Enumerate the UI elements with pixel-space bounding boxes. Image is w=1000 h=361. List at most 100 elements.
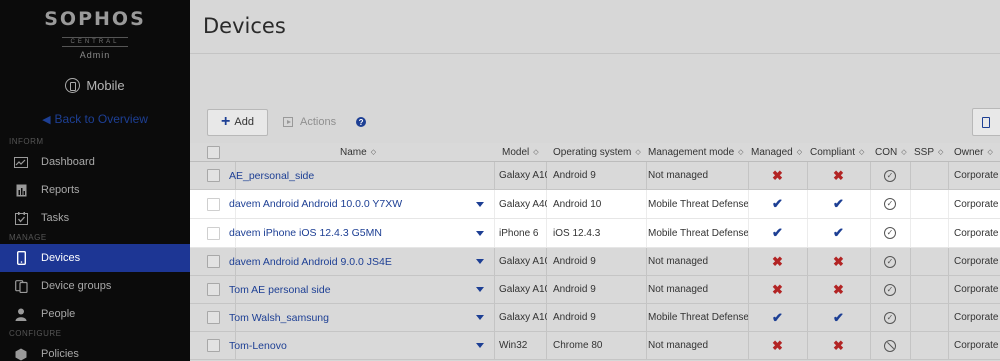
managed-cell: ✖	[748, 248, 807, 275]
column-divider	[646, 276, 647, 303]
owner-cell: Corporate	[954, 227, 999, 239]
row-checkbox[interactable]	[207, 311, 220, 324]
table-row[interactable]: Tom-Lenovo Win32 Chrome 80 Not managed ✖ ✖ Cor…	[190, 332, 1000, 360]
device-name-link[interactable]: davem iPhone iOS 12.4.3 G5MN	[229, 227, 382, 239]
device-name-link[interactable]: Tom-Lenovo	[229, 340, 287, 352]
managed-cell: ✔	[748, 304, 807, 331]
column-header-owner[interactable]: Owner ◇	[954, 143, 1000, 161]
column-header-compliant[interactable]: Compliant ◇	[810, 143, 870, 161]
row-checkbox[interactable]	[207, 197, 220, 211]
column-header-os[interactable]: Operating system ◇	[553, 143, 643, 161]
column-label: Name	[340, 146, 367, 158]
os-cell: Android 9	[553, 284, 596, 295]
ssp-cell	[910, 162, 948, 189]
chevron-down-icon[interactable]	[476, 230, 484, 236]
sidebar-item-device-groups[interactable]: Device groups	[0, 272, 190, 300]
managed-check-icon: ✔	[772, 225, 783, 240]
managed-x-icon: ✖	[772, 167, 783, 183]
table-row[interactable]: davem iPhone iOS 12.4.3 G5MN iPhone 6 iOS …	[190, 219, 1000, 248]
column-label: Management mode	[648, 146, 735, 158]
table-row[interactable]: davem Android Android 9.0.0 JS4E Galaxy A…	[190, 248, 1000, 276]
sidebar-item-label: People	[41, 308, 76, 320]
column-divider	[646, 219, 647, 247]
con-cell: ✓	[870, 219, 910, 247]
row-checkbox[interactable]	[207, 283, 220, 296]
sort-icon: ◇	[796, 149, 803, 156]
ssp-cell	[910, 219, 948, 247]
sidebar-item-devices[interactable]: Devices	[0, 244, 190, 272]
sidebar-item-dashboard[interactable]: Dashboard	[0, 148, 190, 176]
column-divider	[948, 162, 949, 189]
device-name-cell: davem Android Android 9.0.0 JS4E	[229, 248, 469, 275]
sidebar-item-tasks[interactable]: Tasks	[0, 204, 190, 232]
device-name-link[interactable]: AE_personal_side	[229, 170, 314, 182]
column-header-mode[interactable]: Management mode ◇	[648, 143, 744, 161]
check-circle-icon: ✓	[884, 169, 896, 182]
column-label: Owner	[954, 146, 984, 158]
row-menu-cell	[474, 332, 486, 359]
sidebar-item-policies[interactable]: Policies	[0, 340, 190, 361]
chevron-down-icon[interactable]	[476, 343, 484, 348]
managed-x-icon: ✖	[772, 337, 783, 353]
model-cell: Galaxy A10	[499, 284, 547, 295]
product-switcher[interactable]: Mobile	[0, 78, 190, 93]
row-select-cell	[207, 276, 223, 303]
column-header-name[interactable]: Name ◇	[340, 143, 420, 161]
compliant-x-icon: ✖	[833, 253, 844, 269]
section-inform: INFORM	[9, 137, 44, 146]
sidebar-item-label: Devices	[41, 252, 81, 264]
column-header-managed[interactable]: Managed ◇	[751, 143, 807, 161]
device-name-link[interactable]: Tom AE personal side	[229, 284, 331, 296]
column-header-ssp[interactable]: SSP ◇	[914, 143, 948, 161]
table-header-row: Name ◇ Model ◇ Operating system ◇ Managemen…	[190, 143, 1000, 162]
column-header-con[interactable]: CON ◇	[875, 143, 909, 161]
back-to-overview-link[interactable]: ◀ Back to Overview	[0, 112, 190, 126]
table-row[interactable]: Tom AE personal side Galaxy A10 Android 9 N…	[190, 276, 1000, 304]
compliant-cell: ✖	[807, 248, 870, 275]
device-name-link[interactable]: Tom Walsh_samsung	[229, 312, 329, 324]
blocked-icon	[884, 339, 896, 352]
table-row[interactable]: davem Android Android 10.0.0 Y7XW Galaxy …	[190, 190, 1000, 219]
table-row[interactable]: AE_personal_side Galaxy A10 Android 9 Not m…	[190, 162, 1000, 190]
ssp-cell	[910, 248, 948, 275]
sidebar-item-label: Tasks	[41, 212, 70, 224]
table-row[interactable]: Tom Walsh_samsung Galaxy A10 Android 9 Mobi…	[190, 304, 1000, 332]
sidebar-item-people[interactable]: People	[0, 300, 190, 328]
chevron-down-icon[interactable]	[476, 315, 484, 320]
column-divider	[948, 219, 949, 247]
row-menu-cell	[474, 190, 486, 218]
mode-cell: Not managed	[648, 340, 709, 351]
sort-icon: ◇	[859, 149, 865, 156]
device-name-cell: Tom-Lenovo	[229, 332, 469, 359]
compliant-check-icon: ✔	[833, 196, 844, 211]
actions-button[interactable]: Actions	[283, 116, 336, 128]
check-circle-icon: ✓	[884, 283, 896, 296]
add-button[interactable]: + Add	[207, 108, 268, 136]
mode-cell: Mobile Threat Defense	[648, 312, 748, 323]
mode-cell: Mobile Threat Defense	[648, 227, 748, 239]
help-icon[interactable]: ?	[356, 117, 367, 127]
device-name-link[interactable]: davem Android Android 10.0.0 Y7XW	[229, 198, 402, 210]
row-checkbox[interactable]	[207, 169, 220, 182]
model-cell: Galaxy A10	[499, 256, 547, 267]
ssp-cell	[910, 304, 948, 331]
sidebar-item-reports[interactable]: Reports	[0, 176, 190, 204]
device-name-link[interactable]: davem Android Android 9.0.0 JS4E	[229, 256, 392, 268]
select-all-checkbox[interactable]	[207, 145, 220, 159]
column-header-model[interactable]: Model ◇	[502, 143, 547, 161]
row-checkbox[interactable]	[207, 255, 220, 268]
device-view-button[interactable]	[972, 108, 1000, 136]
sort-icon: ◇	[370, 149, 377, 156]
model-cell: Galaxy A10	[499, 170, 547, 181]
chevron-down-icon[interactable]	[476, 201, 484, 207]
chevron-down-icon[interactable]	[476, 287, 484, 292]
chevron-down-icon[interactable]	[476, 259, 484, 264]
brand-logo[interactable]: SOPHOS CENTRAL Admin	[0, 0, 190, 60]
actions-button-label: Actions	[300, 116, 337, 128]
row-select-cell	[207, 304, 223, 331]
column-label: Operating system	[553, 146, 632, 158]
mobile-circle-icon	[65, 78, 81, 93]
brand-name: SOPHOS	[44, 8, 146, 30]
row-checkbox[interactable]	[207, 339, 220, 352]
row-checkbox[interactable]	[207, 226, 220, 240]
